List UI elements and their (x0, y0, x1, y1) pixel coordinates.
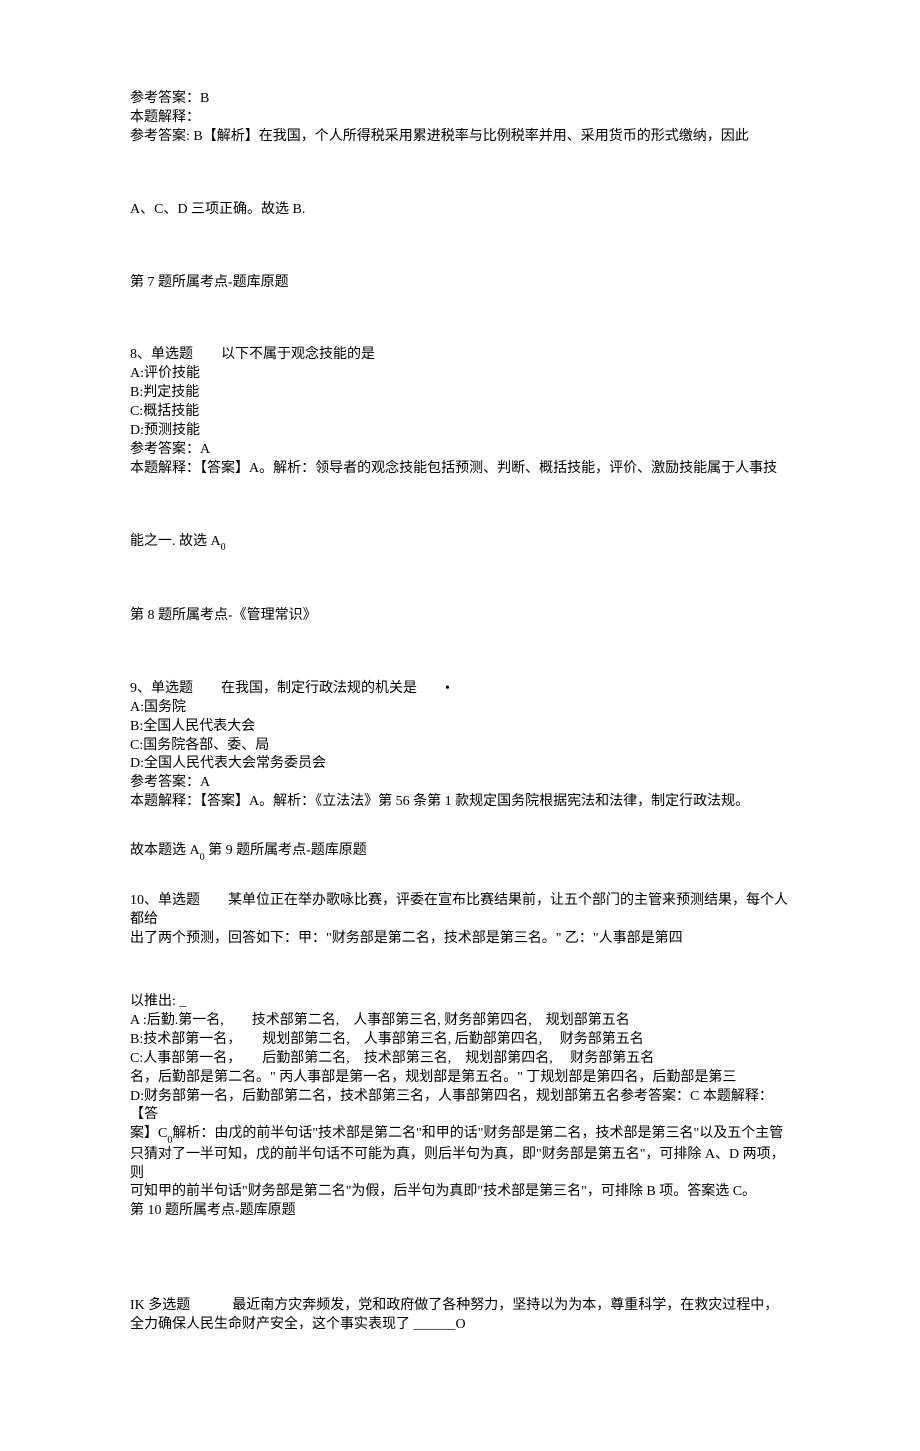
q9-option-c: C:国务院各部、委、局 (130, 737, 790, 756)
q10-exp-1: 案】C0解析：由戊的前半句话"技术部是第二名"和甲的话"财务部是第二名，技术部是… (130, 1125, 790, 1145)
q9-option-a: A:国务院 (130, 699, 790, 718)
q10-option-c: C:人事部第一名， 后勤部第二名, 技术部第三名, 规划部第四名, 财务部第五名 (130, 1050, 790, 1069)
question-10-head: 10、单选题 某单位正在举办歌咏比赛，评委在宣布比赛结果前，让五个部门的主管来预… (130, 892, 790, 949)
q10-title-1: 10、单选题 某单位正在举办歌咏比赛，评委在宣布比赛结果前，让五个部门的主管来预… (130, 892, 790, 930)
q10-option-b: B:技术部第一名， 规划部第二名, 人事部第三名, 后勤部第四名, 财务部第五名 (130, 1031, 790, 1050)
answer-block-6: 参考答案：B 本题解释： 参考答案: B【解析】在我国，个人所得税采用累进税率与… (130, 90, 790, 147)
note-7-text: 第 7 题所属考点-题库原题 (130, 274, 790, 293)
q8-option-b: B:判定技能 (130, 384, 790, 403)
explain-title-6: 本题解释： (130, 109, 790, 128)
note-8-text: 第 8 题所属考点-《管理常识》 (130, 607, 790, 626)
q10-title-2: 出了两个预测，回答如下：甲："财务部是第二名，技术部是第三名。" 乙："人事部是… (130, 930, 790, 949)
question-9: 9、单选题 在我国，制定行政法规的机关是 • A:国务院 B:全国人民代表大会 … (130, 680, 790, 812)
q10-note: 第 10 题所属考点-题库原题 (130, 1202, 790, 1221)
q10-lead: 以推出: _ (130, 993, 790, 1012)
qik-title-2: 全力确保人民生命财产安全，这个事实表现了 ______O (130, 1316, 790, 1335)
ref-answer-6: 参考答案：B (130, 90, 790, 109)
q9-cont: 故本题选 A0 第 9 题所属考点-题库原题 (130, 842, 790, 862)
q10-option-d: D:财务部第一名，后勤部第二名，技术部第三名，人事部第四名，规划部第五名参考答案… (130, 1088, 790, 1126)
q9-ref: 参考答案：A (130, 774, 790, 793)
question-ik: IK 多选题 最近南方灾奔频发，党和政府做了各种努力，坚持以为为本，尊重科学，在… (130, 1297, 790, 1335)
q9-title: 9、单选题 在我国，制定行政法规的机关是 • (130, 680, 790, 699)
q9-cont-text: 故本题选 A0 第 9 题所属考点-题库原题 (130, 842, 790, 862)
explain-cont-6: A、C、D 三项正确。故选 B. (130, 201, 790, 220)
q8-cont: 能之一. 故选 A0 (130, 533, 790, 553)
q8-option-d: D:预测技能 (130, 422, 790, 441)
qik-title-1: IK 多选题 最近南方灾奔频发，党和政府做了各种努力，坚持以为为本，尊重科学，在… (130, 1297, 790, 1316)
q9-explain: 本题解释：【答案】A。解析：《立法法》第 56 条第 1 款规定国务院根据宪法和… (130, 793, 790, 812)
q8-option-a: A:评价技能 (130, 365, 790, 384)
q8-option-c: C:概括技能 (130, 403, 790, 422)
q8-cont-text: 能之一. 故选 A0 (130, 533, 790, 553)
q10-extra: 名，后勤部是第二名。" 丙人事部是第一名，规划部是第五名。" 丁规划部是第四名，… (130, 1069, 790, 1088)
q9-option-b: B:全国人民代表大会 (130, 718, 790, 737)
q10-option-a: A :后勤.第一名, 技术部第二名, 人事部第三名, 财务部第四名, 规划部第五… (130, 1012, 790, 1031)
answer-cont-6: A、C、D 三项正确。故选 B. (130, 201, 790, 220)
q8-ref: 参考答案：A (130, 441, 790, 460)
note-8: 第 8 题所属考点-《管理常识》 (130, 607, 790, 626)
q10-exp-2: 只猜对了一半可知，戊的前半句话不可能为真，则后半句为真，即"财务部是第五名"，可… (130, 1146, 790, 1184)
q8-title: 8、单选题 以下不属于观念技能的是 (130, 346, 790, 365)
q9-option-d: D:全国人民代表大会常务委员会 (130, 755, 790, 774)
explain-text-6: 参考答案: B【解析】在我国，个人所得税采用累进税率与比例税率并用、采用货币的形… (130, 128, 790, 147)
question-10-body: 以推出: _ A :后勤.第一名, 技术部第二名, 人事部第三名, 财务部第四名… (130, 993, 790, 1221)
q10-exp-3: 可知甲的前半句话"财务部是第二名"为假，后半句为真即"技术部是第三名"，可排除 … (130, 1183, 790, 1202)
note-7: 第 7 题所属考点-题库原题 (130, 274, 790, 293)
q8-explain: 本题解释：【答案】A。解析：领导者的观念技能包括预测、判断、概括技能，评价、激励… (130, 460, 790, 479)
question-8: 8、单选题 以下不属于观念技能的是 A:评价技能 B:判定技能 C:概括技能 D… (130, 346, 790, 478)
